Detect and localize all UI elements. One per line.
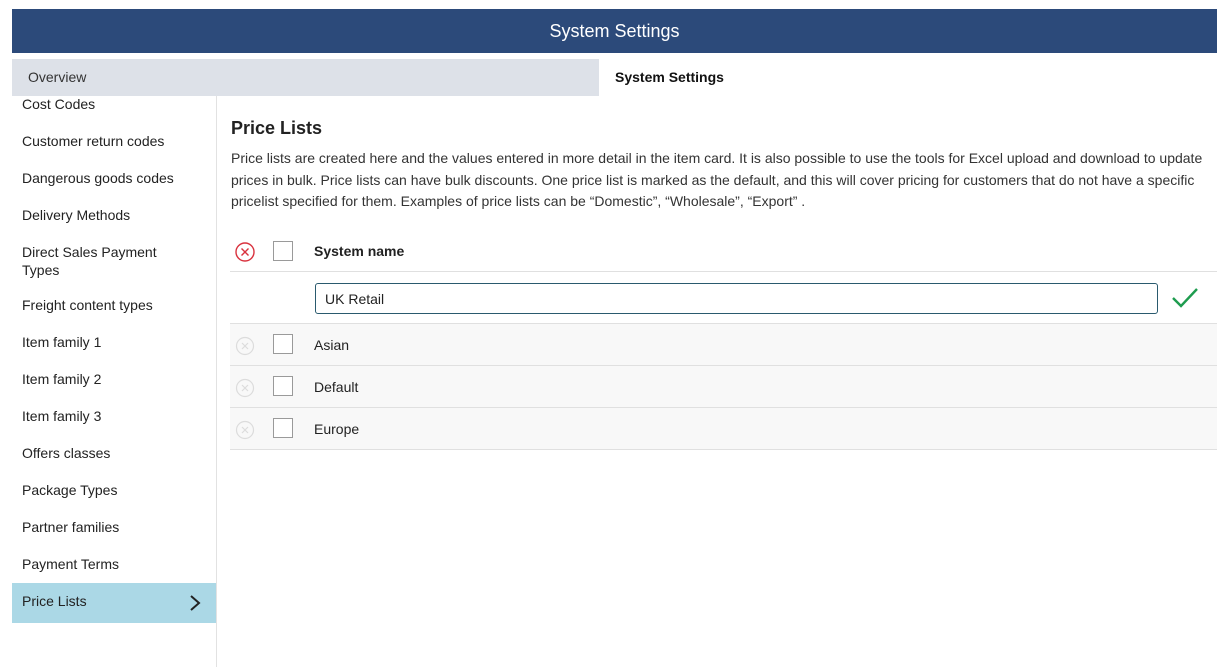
price-list-table: System name Asian (230, 232, 1217, 450)
row-system-name: Asian (314, 337, 350, 353)
main-content: Price Lists Price lists are created here… (230, 96, 1217, 667)
page-title: Price Lists (231, 118, 323, 138)
checkmark-icon[interactable] (1170, 285, 1200, 311)
sidebar-item-item-family-1[interactable]: Item family 1 (12, 324, 216, 361)
sidebar-item-label: Price Lists (22, 593, 87, 609)
row-checkbox[interactable] (273, 376, 293, 396)
sidebar-item-offers-classes[interactable]: Offers classes (12, 435, 216, 472)
delete-icon[interactable] (235, 420, 255, 440)
tab-bar: Overview System Settings (12, 59, 1217, 96)
sidebar-item-dangerous-goods-codes[interactable]: Dangerous goods codes (12, 160, 216, 197)
row-system-name: Default (314, 379, 359, 395)
delete-icon[interactable] (235, 242, 255, 262)
sidebar-item-delivery-methods[interactable]: Delivery Methods (12, 197, 216, 234)
sidebar-item-cost-codes[interactable]: Cost Codes (12, 96, 216, 123)
row-checkbox[interactable] (273, 418, 293, 438)
select-all-checkbox[interactable] (273, 241, 293, 261)
column-header-system-name[interactable]: System name (314, 243, 404, 259)
row-system-name: Europe (314, 421, 360, 437)
sidebar-item-price-lists[interactable]: Price Lists (12, 583, 216, 623)
sidebar-item-direct-sales-payment-types[interactable]: Direct Sales Payment Types (12, 234, 192, 287)
table-header-row: System name (230, 232, 1217, 272)
page-description: Price lists are created here and the val… (231, 150, 1203, 209)
sidebar-item-customer-return-codes[interactable]: Customer return codes (12, 123, 216, 160)
table-row[interactable]: Asian (230, 324, 1217, 366)
sidebar-item-partner-families[interactable]: Partner families (12, 509, 216, 546)
row-checkbox[interactable] (273, 334, 293, 354)
system-name-input[interactable] (315, 283, 1158, 314)
sidebar-item-freight-content-types[interactable]: Freight content types (12, 287, 216, 324)
edit-row (230, 272, 1217, 324)
chevron-right-icon (190, 595, 201, 611)
tab-system-settings[interactable]: System Settings (599, 59, 1217, 96)
settings-window: System Settings Overview System Settings… (12, 9, 1217, 667)
delete-icon[interactable] (235, 378, 255, 398)
sidebar-item-package-types[interactable]: Package Types (12, 472, 216, 509)
table-row[interactable]: Europe (230, 408, 1217, 450)
sidebar-item-payment-terms[interactable]: Payment Terms (12, 546, 216, 583)
table-row[interactable]: Default (230, 366, 1217, 408)
sidebar-item-item-family-2[interactable]: Item family 2 (12, 361, 216, 398)
sidebar-list: Cost Codes Customer return codes Dangero… (12, 96, 216, 623)
tab-overview[interactable]: Overview (12, 59, 599, 96)
window-title: System Settings (12, 9, 1217, 53)
sidebar-item-item-family-3[interactable]: Item family 3 (12, 398, 216, 435)
settings-sidebar[interactable]: Cost Codes Customer return codes Dangero… (12, 96, 217, 667)
delete-icon[interactable] (235, 336, 255, 356)
